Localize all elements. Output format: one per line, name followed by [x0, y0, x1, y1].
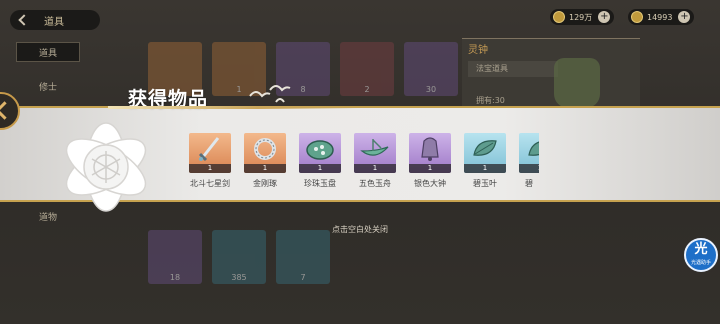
reward-card: 1	[464, 133, 506, 173]
reward-name: 五色玉舟	[359, 179, 391, 188]
detail-tag: 法宝道具	[468, 61, 558, 77]
reward-item[interactable]: 1 北斗七星剑	[189, 133, 231, 189]
add-jade-button[interactable]: +	[678, 11, 691, 23]
crane-birds-icon	[249, 85, 291, 103]
reward-card: 1	[409, 133, 451, 173]
detail-title: 灵钟	[468, 45, 488, 56]
reward-name: 珍珠玉盘	[304, 179, 336, 188]
reward-card: 1	[519, 133, 539, 173]
reward-card: 1	[189, 133, 231, 173]
slot-count: 385	[231, 273, 247, 282]
close-hint[interactable]: 点击空白处关闭	[0, 224, 720, 235]
inventory-slot[interactable]: 18	[148, 230, 202, 284]
currency-gold-value: 129万	[569, 12, 593, 22]
assistant-button[interactable]: 光 光遇助手	[684, 238, 718, 272]
reward-name: 碧玉叶	[473, 179, 497, 188]
inventory-slot[interactable]: 7	[276, 230, 330, 284]
currency-jade-value: 14993	[647, 12, 673, 22]
reward-qty: 1	[519, 164, 539, 173]
title-underline	[108, 106, 358, 109]
leaf-icon	[473, 140, 497, 156]
slot-count: 8	[300, 85, 306, 94]
reward-qty: 1	[244, 164, 286, 173]
coin-icon	[553, 11, 565, 23]
reward-card: 1	[244, 133, 286, 173]
add-gold-button[interactable]: +	[598, 11, 611, 23]
currency-jade: 14993 +	[628, 9, 695, 25]
reward-qty: 1	[354, 164, 396, 173]
ring-icon	[254, 138, 276, 160]
item-detail-panel: 灵钟 法宝道具 拥有:30	[462, 38, 640, 116]
inventory-slot[interactable]: 2	[340, 42, 394, 96]
reward-item[interactable]: 1 金刚琢	[244, 133, 286, 189]
reward-item[interactable]: 1 五色玉舟	[354, 133, 396, 189]
reward-name: 金刚琢	[253, 179, 277, 188]
reward-name: 北斗七星剑	[190, 179, 230, 188]
side-tab-items[interactable]: 道具	[16, 42, 80, 62]
slot-count: 18	[169, 273, 181, 282]
inventory-slot[interactable]: 30	[404, 42, 458, 96]
assistant-glyph: 光	[694, 242, 708, 257]
inventory-slot[interactable]: 385	[212, 230, 266, 284]
detail-bell-image	[554, 58, 600, 108]
reward-item-partial[interactable]: 1 碧	[519, 133, 539, 189]
reward-card: 1	[299, 133, 341, 173]
reward-qty: 1	[409, 164, 451, 173]
reward-card: 1	[354, 133, 396, 173]
snowflake-flower-icon	[65, 122, 147, 212]
jade-boat-icon	[360, 139, 389, 156]
chevron-left-icon	[18, 14, 30, 26]
slot-count: 7	[300, 273, 306, 282]
assistant-label: 光遇助手	[690, 260, 711, 266]
slot-count: 1	[236, 85, 242, 94]
back-button[interactable]: 道具	[10, 10, 100, 30]
coin-icon	[631, 11, 643, 23]
slot-count: 2	[364, 85, 370, 94]
sword-icon	[198, 137, 220, 162]
reward-qty: 1	[299, 164, 341, 173]
reward-name: 碧	[525, 179, 533, 188]
jade-plate-icon	[306, 140, 334, 160]
side-tab-cultivators[interactable]: 修士	[16, 76, 80, 96]
reward-item[interactable]: 1 碧玉叶	[464, 133, 506, 189]
detail-owned: 拥有:30	[476, 96, 505, 105]
bell-icon	[421, 137, 439, 161]
slot-count: 30	[425, 85, 437, 94]
reward-item[interactable]: 1 珍珠玉盘	[299, 133, 341, 189]
reward-qty: 1	[189, 164, 231, 173]
reward-name: 银色大钟	[414, 179, 446, 188]
currency-gold: 129万 +	[550, 9, 615, 25]
back-label: 道具	[44, 16, 64, 28]
leaf-icon	[528, 141, 539, 156]
reward-item[interactable]: 1 银色大钟	[409, 133, 451, 189]
reward-qty: 1	[464, 164, 506, 173]
